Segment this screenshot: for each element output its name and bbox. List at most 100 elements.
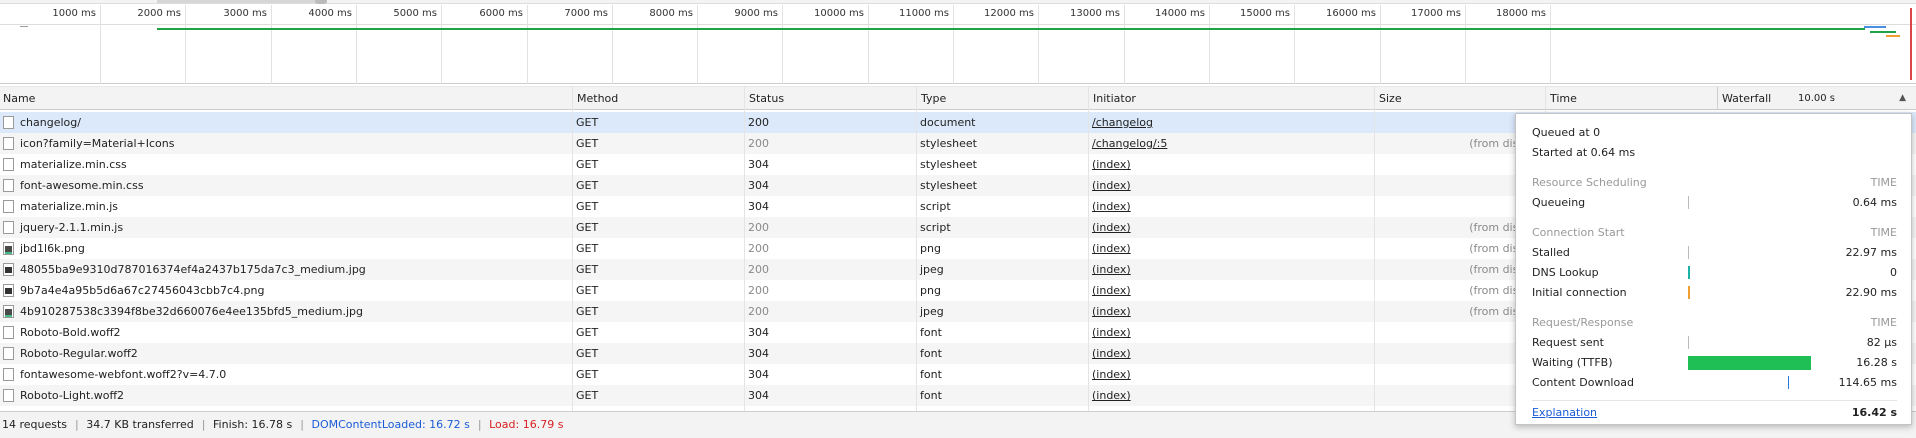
overview-tick-label: 17000 ms: [1411, 8, 1461, 19]
overview-range-handle[interactable]: [315, 0, 327, 4]
waterfall-scale-label: 10.00 s: [1798, 93, 1836, 104]
cell-initiator[interactable]: (index): [1088, 196, 1374, 217]
sort-ascending-icon[interactable]: ▲: [1899, 87, 1906, 110]
cell-method: GET: [576, 368, 599, 381]
cell-name: Roboto-Bold.woff2: [20, 326, 121, 339]
domcontentloaded-time: DOMContentLoaded: 16.72 s: [311, 418, 470, 431]
column-header-waterfall[interactable]: Waterfall 10.00 s ▲: [1717, 87, 1916, 110]
file-icon: [3, 326, 14, 339]
cell-status: 200: [748, 116, 769, 129]
cell-initiator[interactable]: (index): [1088, 301, 1374, 322]
overview-tick-label: 11000 ms: [899, 8, 949, 19]
cell-name: Roboto-Regular.woff2: [20, 347, 138, 360]
cell-initiator[interactable]: /changelog/:5: [1088, 133, 1374, 154]
transferred-size: 34.7 KB transferred: [86, 418, 194, 431]
image-icon: [3, 263, 14, 276]
cell-method: GET: [576, 347, 599, 360]
cell-name: 9b7a4e4a95b5d6a67c27456043cbb7c4.png: [20, 284, 265, 297]
file-icon: [3, 389, 14, 402]
file-icon: [3, 137, 14, 150]
cell-method: GET: [576, 326, 599, 339]
cell-type: font: [920, 389, 942, 402]
overview-request-bar-mini: [1870, 31, 1896, 33]
cell-method: GET: [576, 179, 599, 192]
cell-initiator[interactable]: (index): [1088, 343, 1374, 364]
overview-tick-label: 6000 ms: [479, 8, 523, 19]
cell-initiator[interactable]: (index): [1088, 322, 1374, 343]
cell-name: Roboto-Light.woff2: [20, 389, 125, 402]
cell-name: fontawesome-webfont.woff2?v=4.7.0: [20, 368, 227, 381]
cell-initiator[interactable]: (index): [1088, 280, 1374, 301]
cell-status: 304: [748, 158, 769, 171]
table-header: Name Method Status Type Initiator Size T…: [0, 86, 1916, 110]
cell-status: 304: [748, 347, 769, 360]
cell-method: GET: [576, 284, 599, 297]
cell-initiator[interactable]: (index): [1088, 364, 1374, 385]
cell-initiator[interactable]: (index): [1088, 259, 1374, 280]
column-header-size[interactable]: Size: [1374, 87, 1545, 110]
overview-tick-label: 15000 ms: [1240, 8, 1290, 19]
column-header-initiator[interactable]: Initiator: [1088, 87, 1374, 110]
cell-initiator[interactable]: (index): [1088, 385, 1374, 406]
cell-status: 304: [748, 179, 769, 192]
cell-initiator[interactable]: (index): [1088, 217, 1374, 238]
cell-name: 4b910287538c3394f8be32d660076e4ee135bfd5…: [20, 305, 363, 318]
cell-status: 200: [748, 242, 769, 255]
overview-request-bar-mini: [1864, 26, 1886, 28]
overview-tick-label: 14000 ms: [1155, 8, 1205, 19]
overview-tick-label: 8000 ms: [649, 8, 693, 19]
overview-tick-label: 10000 ms: [814, 8, 864, 19]
cell-initiator[interactable]: (index): [1088, 175, 1374, 196]
overview-tick-label: 1000 ms: [52, 8, 96, 19]
timing-label-dns-lookup: DNS Lookup: [1532, 266, 1599, 279]
cell-method: GET: [576, 158, 599, 171]
timing-label-content-download: Content Download: [1532, 376, 1634, 389]
image-icon: [3, 305, 14, 318]
cell-name: font-awesome.min.css: [20, 179, 144, 192]
timing-bar-queueing: [1688, 196, 1689, 209]
overview-gridline: [1550, 5, 1551, 84]
cell-status: 200: [748, 221, 769, 234]
overview-scrollbar[interactable]: [0, 0, 1916, 4]
timing-label-request-sent: Request sent: [1532, 336, 1604, 349]
overview-tick-label: 5000 ms: [393, 8, 437, 19]
load-time: Load: 16.79 s: [489, 418, 564, 431]
overview-tick-label: 9000 ms: [734, 8, 778, 19]
column-header-name[interactable]: Name: [0, 87, 572, 110]
cell-status: 304: [748, 368, 769, 381]
overview-mark: [20, 26, 28, 27]
timing-value-stalled: 22.97 ms: [1845, 246, 1897, 259]
cell-initiator[interactable]: /changelog: [1088, 112, 1374, 133]
section-title-connection-start: Connection Start: [1532, 226, 1625, 239]
cell-status: 304: [748, 326, 769, 339]
file-icon: [3, 221, 14, 234]
column-header-status[interactable]: Status: [744, 87, 916, 110]
explanation-link[interactable]: Explanation: [1532, 406, 1597, 419]
cell-method: GET: [576, 221, 599, 234]
cell-type: stylesheet: [920, 137, 977, 150]
cell-type: jpeg: [920, 263, 944, 276]
overview-load-marker: [1910, 8, 1912, 80]
overview-range-selection[interactable]: [157, 0, 327, 3]
file-icon: [3, 200, 14, 213]
column-header-method[interactable]: Method: [572, 87, 744, 110]
column-header-time[interactable]: Time: [1545, 87, 1717, 110]
cell-initiator[interactable]: (index): [1088, 238, 1374, 259]
timing-bar-request-sent: [1688, 336, 1689, 349]
network-overview-timeline[interactable]: 1000 ms 2000 ms 3000 ms 4000 ms 5000 ms 6000 …: [0, 0, 1916, 84]
column-header-type[interactable]: Type: [916, 87, 1088, 110]
cell-initiator[interactable]: (index): [1088, 154, 1374, 175]
overview-request-bar-mini: [1886, 35, 1900, 37]
cell-method: GET: [576, 200, 599, 213]
total-time: 16.42 s: [1851, 406, 1897, 419]
cell-type: font: [920, 347, 942, 360]
file-icon: [3, 368, 14, 381]
cell-method: GET: [576, 263, 599, 276]
image-icon: [3, 242, 14, 255]
cell-status: 200: [748, 263, 769, 276]
timing-bar-initial-connection: [1688, 286, 1690, 299]
requests-count: 14 requests: [2, 418, 68, 431]
section-time-header: TIME: [1870, 316, 1897, 329]
overview-tick-label: 4000 ms: [308, 8, 352, 19]
cell-status: 200: [748, 284, 769, 297]
